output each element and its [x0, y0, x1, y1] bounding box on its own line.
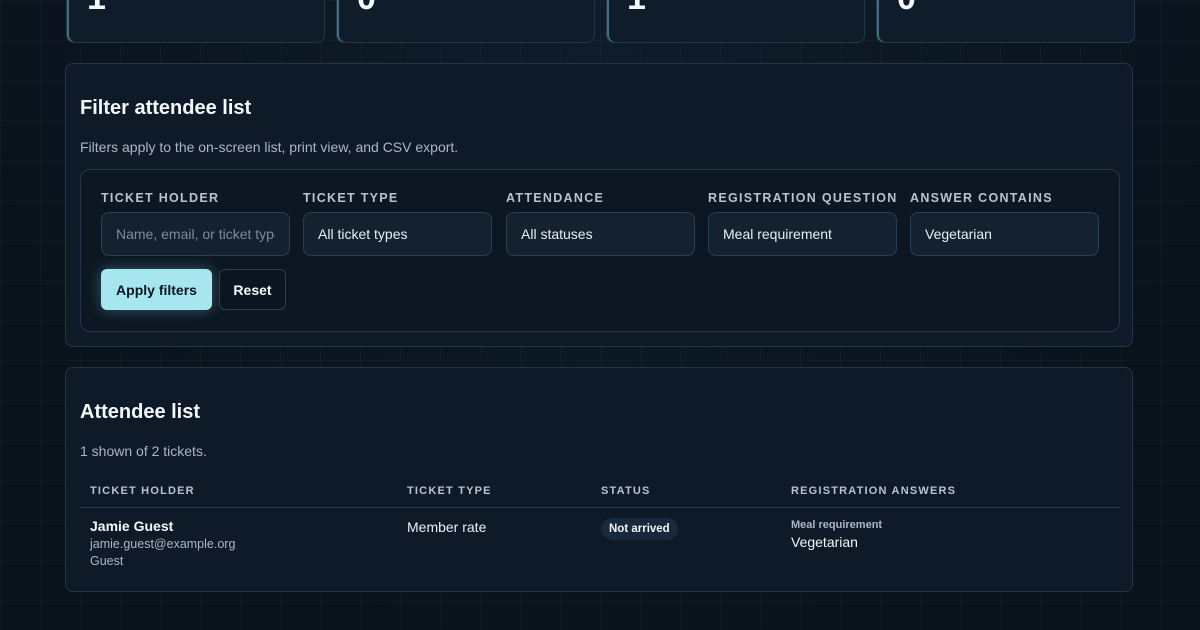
- filter-panel-description: Filters apply to the on-screen list, pri…: [80, 139, 459, 155]
- stat-value: 0: [897, 0, 916, 18]
- filter-panel-title: Filter attendee list: [80, 97, 252, 119]
- attendee-list-panel: Attendee list 1 shown of 2 tickets. TICK…: [65, 367, 1133, 592]
- stat-card-2: 0: [336, 0, 595, 43]
- ticket-holder-name: Jamie Guest: [90, 518, 174, 534]
- column-header-registration-answers: REGISTRATION ANSWERS: [791, 485, 957, 497]
- attendee-list-title: Attendee list: [80, 401, 201, 423]
- apply-filters-button[interactable]: Apply filters: [101, 269, 212, 310]
- registration-question-label: REGISTRATION QUESTION: [708, 191, 898, 205]
- attendance-select[interactable]: All statuses: [506, 212, 695, 256]
- attendee-list-summary: 1 shown of 2 tickets.: [80, 443, 207, 459]
- attendance-label: ATTENDANCE: [506, 191, 605, 205]
- answer-question: Meal requirement: [791, 519, 883, 531]
- ticket-type-value: Member rate: [407, 519, 487, 535]
- ticket-type-label: TICKET TYPE: [303, 191, 399, 205]
- status-badge: Not arrived: [601, 518, 678, 540]
- column-header-ticket-holder: TICKET HOLDER: [90, 485, 195, 497]
- stat-card-3: 1: [606, 0, 865, 43]
- ticket-holder-input[interactable]: [101, 212, 290, 256]
- column-header-ticket-type: TICKET TYPE: [407, 485, 492, 497]
- column-header-status: STATUS: [601, 485, 651, 497]
- ticket-holder-label: TICKET HOLDER: [101, 191, 220, 205]
- ticket-holder-email: jamie.guest@example.org: [90, 537, 236, 551]
- ticket-holder-role: Guest: [90, 554, 124, 568]
- filter-form: TICKET HOLDER TICKET TYPE All ticket typ…: [80, 169, 1120, 332]
- answer-contains-input[interactable]: Vegetarian: [910, 212, 1099, 256]
- stat-card-1: 1: [66, 0, 325, 43]
- table-divider: [80, 507, 1120, 508]
- filter-panel: Filter attendee list Filters apply to th…: [65, 63, 1133, 347]
- answer-contains-label: ANSWER CONTAINS: [910, 191, 1053, 205]
- reset-button[interactable]: Reset: [219, 269, 286, 310]
- stat-value: 1: [627, 0, 646, 18]
- stat-value: 0: [357, 0, 376, 18]
- stat-card-4: 0: [876, 0, 1135, 43]
- ticket-type-select[interactable]: All ticket types: [303, 212, 492, 256]
- stat-value: 1: [87, 0, 106, 18]
- registration-question-select[interactable]: Meal requirement: [708, 212, 897, 256]
- answer-value: Vegetarian: [791, 534, 858, 550]
